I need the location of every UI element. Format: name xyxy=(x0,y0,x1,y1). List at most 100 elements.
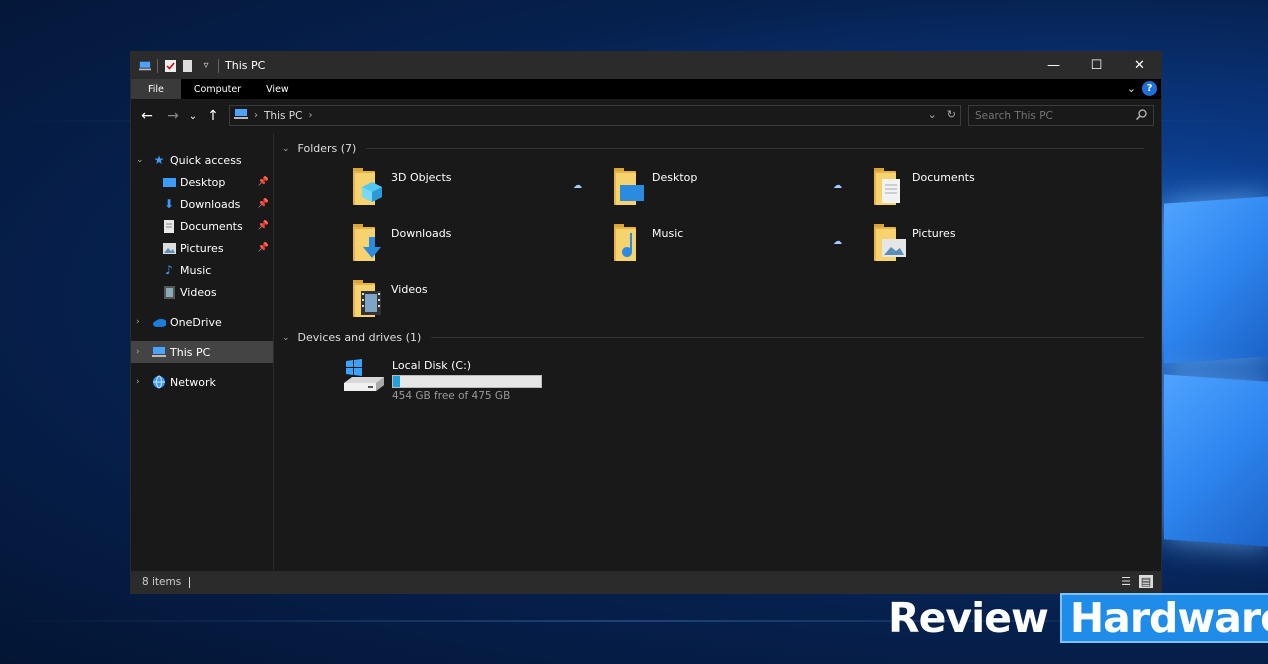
customize-toolbar-icon[interactable]: ▿ xyxy=(200,60,212,72)
folder-videos-icon xyxy=(349,279,387,319)
folder-name: Documents xyxy=(912,171,975,184)
sidebar-item-network[interactable]: › Network xyxy=(131,371,273,393)
folder-music-icon xyxy=(610,223,648,263)
folder-3d-objects-icon xyxy=(349,167,387,207)
folder-downloads-icon xyxy=(349,223,387,263)
devices-group-header[interactable]: ⌄ Devices and drives (1) xyxy=(282,331,1144,344)
refresh-icon[interactable]: ↻ xyxy=(947,108,956,121)
sidebar-item-quick-access[interactable]: ⌄ ★ Quick access xyxy=(131,149,273,171)
expand-chevron-icon[interactable]: › xyxy=(136,317,146,327)
drive-name: Local Disk (C:) xyxy=(392,359,472,372)
sidebar-item-desktop[interactable]: Desktop 📌 xyxy=(131,171,273,193)
folder-documents-icon xyxy=(870,167,908,207)
watermark-logo: Review Hardware xyxy=(888,593,1268,643)
sidebar-item-videos[interactable]: Videos xyxy=(131,281,273,303)
window-title: This PC xyxy=(225,59,266,72)
folder-desktop-icon xyxy=(610,167,648,207)
tab-file[interactable]: File xyxy=(131,79,181,99)
file-explorer-window: ▿ This PC — ☐ ✕ File Computer View ⌄ ? ←… xyxy=(130,51,1162,594)
document-icon xyxy=(162,219,176,233)
wallpaper-logo-pane xyxy=(1164,196,1268,364)
collapse-chevron-icon[interactable]: ⌄ xyxy=(282,144,290,154)
sidebar-item-this-pc[interactable]: › This PC xyxy=(131,341,273,363)
status-separator xyxy=(189,576,191,588)
sidebar-item-label: Pictures xyxy=(180,241,224,255)
film-icon xyxy=(162,285,176,299)
sidebar-item-label: This PC xyxy=(170,345,211,359)
minimize-button[interactable]: — xyxy=(1032,52,1075,79)
sidebar-item-label: Downloads xyxy=(180,197,241,211)
star-icon: ★ xyxy=(153,153,165,167)
folders-group-header[interactable]: ⌄ Folders (7) xyxy=(282,142,1144,155)
maximize-button[interactable]: ☐ xyxy=(1075,52,1118,79)
sidebar-item-label: OneDrive xyxy=(170,315,222,329)
close-button[interactable]: ✕ xyxy=(1118,52,1161,79)
pin-icon: 📌 xyxy=(257,177,269,187)
address-bar[interactable]: › This PC › ⌄ ↻ xyxy=(229,105,961,126)
expand-chevron-icon[interactable]: ⌄ xyxy=(136,155,146,165)
sidebar-item-downloads[interactable]: ⬇ Downloads 📌 xyxy=(131,193,273,215)
details-view-icon[interactable]: ☰ xyxy=(1119,575,1133,588)
drive-usage-fill xyxy=(393,376,400,387)
breadcrumb-this-pc[interactable]: This PC xyxy=(264,110,302,122)
folder-tile-downloads[interactable]: Downloads xyxy=(349,223,451,263)
folder-tile-videos[interactable]: Videos xyxy=(349,279,428,319)
picture-icon xyxy=(162,241,176,255)
sidebar-item-documents[interactable]: Documents 📌 xyxy=(131,215,273,237)
search-input[interactable] xyxy=(969,109,1129,122)
recent-locations-chevron-icon[interactable]: ⌄ xyxy=(183,106,203,126)
sidebar-item-pictures[interactable]: Pictures 📌 xyxy=(131,237,273,259)
folder-name: Desktop xyxy=(652,171,698,184)
drive-free-space: 454 GB free of 475 GB xyxy=(392,390,511,402)
back-arrow-icon[interactable]: ← xyxy=(137,106,157,126)
forward-arrow-icon[interactable]: → xyxy=(163,106,183,126)
folder-name: Videos xyxy=(391,283,428,296)
expand-ribbon-icon[interactable]: ⌄ xyxy=(1127,82,1136,95)
search-box[interactable] xyxy=(968,105,1154,126)
view-switcher: ☰ ▤ xyxy=(1119,575,1153,588)
folder-tile-desktop[interactable]: Desktop xyxy=(610,167,697,207)
help-icon[interactable]: ? xyxy=(1142,81,1157,96)
properties-icon[interactable] xyxy=(164,59,176,72)
quick-access-toolbar: ▿ xyxy=(131,58,219,73)
collapse-chevron-icon[interactable]: ⌄ xyxy=(282,333,290,343)
folder-name: 3D Objects xyxy=(391,171,452,184)
music-note-icon: ♪ xyxy=(165,263,173,277)
sidebar-item-music[interactable]: ♪ Music xyxy=(131,259,273,281)
group-divider xyxy=(431,337,1144,338)
explorer-body: ⌄ ★ Quick access Desktop 📌 ⬇ Downloads 📌… xyxy=(131,133,1161,571)
navigation-pane: ⌄ ★ Quick access Desktop 📌 ⬇ Downloads 📌… xyxy=(131,133,274,571)
watermark-review: Review xyxy=(888,594,1049,642)
new-folder-icon[interactable] xyxy=(182,59,194,72)
expand-chevron-icon[interactable]: › xyxy=(136,377,146,387)
pin-icon: 📌 xyxy=(257,243,269,253)
hard-drive-icon xyxy=(344,359,386,399)
sidebar-item-label: Network xyxy=(170,375,216,389)
ribbon-right-controls: ⌄ ? xyxy=(1127,81,1157,96)
sidebar-item-onedrive[interactable]: › OneDrive xyxy=(131,311,273,333)
sidebar-item-label: Documents xyxy=(180,219,243,233)
breadcrumb-chevron-icon[interactable]: › xyxy=(254,110,258,121)
pin-icon: 📌 xyxy=(257,199,269,209)
wallpaper-logo-pane xyxy=(1164,374,1268,547)
folder-tile-documents[interactable]: Documents xyxy=(870,167,975,207)
folders-group-label: Folders (7) xyxy=(297,142,357,155)
sidebar-item-label: Desktop xyxy=(180,175,226,189)
expand-chevron-icon[interactable]: › xyxy=(136,347,146,357)
address-dropdown-icon[interactable]: ⌄ xyxy=(928,108,937,121)
folder-tile-3d-objects[interactable]: 3D Objects xyxy=(349,167,452,207)
tab-computer[interactable]: Computer xyxy=(181,79,254,99)
tab-view[interactable]: View xyxy=(254,79,301,99)
this-pc-icon xyxy=(152,345,166,359)
search-icon[interactable] xyxy=(1135,109,1147,123)
folder-tile-music[interactable]: Music xyxy=(610,223,683,263)
folder-name: Downloads xyxy=(391,227,452,240)
drive-tile-local-disk[interactable]: Local Disk (C:) 454 GB free of 475 GB xyxy=(344,359,542,402)
pin-icon: 📌 xyxy=(257,221,269,231)
status-bar: 8 items ☰ ▤ xyxy=(131,571,1161,593)
large-icons-view-icon[interactable]: ▤ xyxy=(1139,575,1153,588)
up-arrow-icon[interactable]: ↑ xyxy=(203,106,223,126)
breadcrumb-chevron-icon[interactable]: › xyxy=(308,110,312,121)
folder-tile-pictures[interactable]: Pictures xyxy=(870,223,956,263)
ribbon-tabs: File Computer View ⌄ ? xyxy=(131,79,1161,99)
